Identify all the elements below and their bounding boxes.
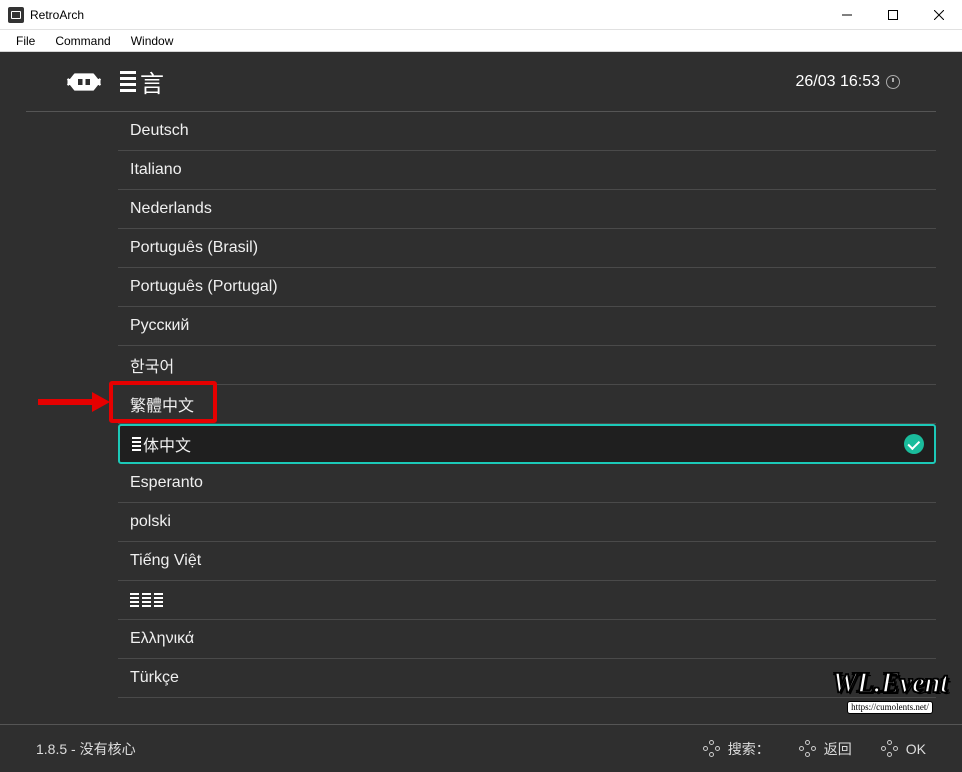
language-label: Nederlands bbox=[130, 200, 212, 218]
language-label: Русский bbox=[130, 317, 189, 335]
language-label: 体中文 bbox=[143, 432, 191, 456]
language-row[interactable]: Deutsch bbox=[118, 112, 936, 151]
dots-icon bbox=[702, 740, 720, 758]
language-label: Tiếng Việt bbox=[130, 552, 201, 570]
minimize-button[interactable] bbox=[824, 0, 870, 30]
window-title: RetroArch bbox=[30, 8, 824, 22]
footer-action-ok[interactable]: OK bbox=[880, 739, 926, 759]
language-row[interactable]: Ελληνικά bbox=[118, 620, 936, 659]
dots-icon bbox=[798, 740, 816, 758]
footer-action-back[interactable]: 返回 bbox=[798, 739, 852, 759]
maximize-button[interactable] bbox=[870, 0, 916, 30]
app-icon bbox=[8, 7, 24, 23]
language-row[interactable]: 体中文 bbox=[118, 424, 936, 464]
datetime-display: 26/03 16:53 bbox=[795, 73, 900, 91]
language-row[interactable]: Italiano bbox=[118, 151, 936, 190]
annotation-arrow-icon bbox=[38, 390, 110, 414]
footer-action-label: OK bbox=[906, 741, 926, 757]
language-row[interactable]: Português (Portugal) bbox=[118, 268, 936, 307]
bars-icon bbox=[130, 593, 163, 607]
language-row[interactable]: 繁體中文 bbox=[118, 385, 936, 424]
language-row[interactable]: Nederlands bbox=[118, 190, 936, 229]
menubar: File Command Window bbox=[0, 30, 962, 52]
language-label: Italiano bbox=[130, 161, 182, 179]
window-titlebar: RetroArch bbox=[0, 0, 962, 30]
language-list: Deutsch Italiano Nederlands Português (Bras… bbox=[118, 112, 936, 724]
language-label: Português (Portugal) bbox=[130, 278, 278, 296]
language-row[interactable]: polski bbox=[118, 503, 936, 542]
retroarch-footer: 1.8.5 - 没有核心 搜索： 返回 OK bbox=[0, 724, 962, 772]
language-section-icon: 言 bbox=[120, 64, 164, 99]
language-label: Português (Brasil) bbox=[130, 239, 258, 257]
language-row[interactable]: Türkçe bbox=[118, 659, 936, 698]
language-row[interactable]: Esperanto bbox=[118, 464, 936, 503]
language-label: Ελληνικά bbox=[130, 630, 194, 648]
language-row[interactable] bbox=[118, 581, 936, 620]
language-row[interactable]: Русский bbox=[118, 307, 936, 346]
language-label: polski bbox=[130, 513, 171, 531]
menu-window[interactable]: Window bbox=[121, 32, 184, 50]
check-icon bbox=[904, 434, 924, 454]
language-label: Türkçe bbox=[130, 669, 179, 687]
retroarch-logo-icon bbox=[66, 71, 102, 93]
clock-icon bbox=[886, 75, 900, 89]
bars-icon bbox=[132, 437, 141, 451]
status-text: 1.8.5 - 没有核心 bbox=[36, 739, 702, 759]
menu-command[interactable]: Command bbox=[45, 32, 120, 50]
retroarch-header: 言 26/03 16:53 bbox=[26, 52, 936, 112]
dots-icon bbox=[880, 740, 898, 758]
footer-action-label: 返回 bbox=[824, 739, 852, 759]
language-label: 한국어 bbox=[130, 353, 174, 377]
retroarch-main: 言 26/03 16:53 Deutsch Italiano Nederlands P… bbox=[0, 52, 962, 772]
footer-action-label: 搜索： bbox=[728, 739, 770, 759]
language-label: Esperanto bbox=[130, 474, 203, 492]
language-row[interactable]: Tiếng Việt bbox=[118, 542, 936, 581]
language-label: 繁體中文 bbox=[130, 392, 194, 416]
language-row[interactable]: Português (Brasil) bbox=[118, 229, 936, 268]
close-button[interactable] bbox=[916, 0, 962, 30]
menu-file[interactable]: File bbox=[6, 32, 45, 50]
footer-action-search[interactable]: 搜索： bbox=[702, 739, 770, 759]
language-label: Deutsch bbox=[130, 122, 189, 140]
language-row[interactable]: 한국어 bbox=[118, 346, 936, 385]
